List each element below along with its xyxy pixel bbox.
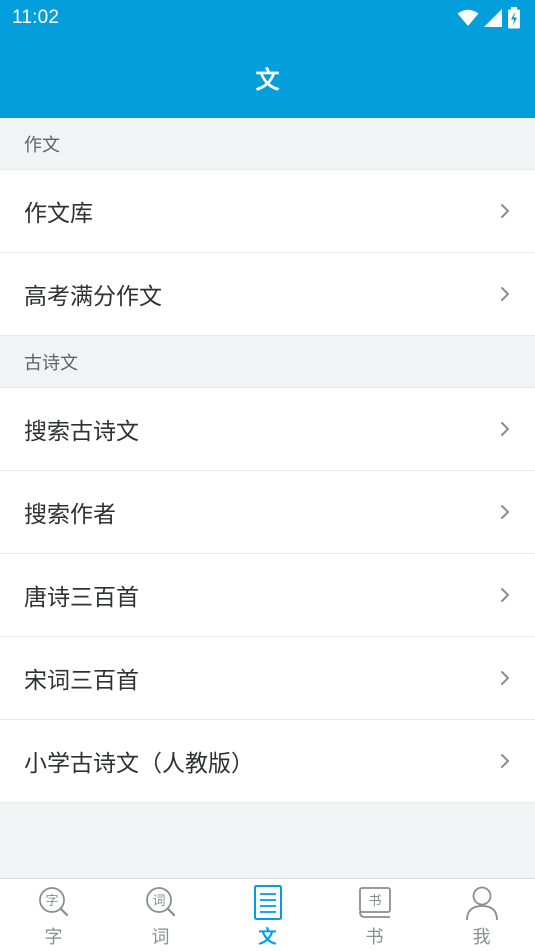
status-bar: 11:02 bbox=[0, 0, 535, 36]
chevron-right-icon bbox=[501, 287, 509, 301]
chevron-right-icon bbox=[501, 588, 509, 602]
person-icon bbox=[465, 886, 498, 921]
list-item-label: 搜索作者 bbox=[24, 502, 116, 528]
chevron-right-icon bbox=[501, 204, 509, 218]
list-item-primary-poems[interactable]: 小学古诗文（人教版） bbox=[0, 720, 535, 803]
chevron-right-icon bbox=[501, 671, 509, 685]
section-header-zuowen: 作文 bbox=[0, 118, 535, 170]
tab-wen[interactable]: 文 bbox=[214, 879, 321, 951]
svg-text:词: 词 bbox=[152, 894, 165, 909]
zi-icon: 字 bbox=[38, 887, 68, 917]
list-item-search-author[interactable]: 搜索作者 bbox=[0, 471, 535, 554]
svg-text:字: 字 bbox=[45, 894, 58, 909]
ci-icon: 词 bbox=[145, 887, 175, 917]
list-item-label: 宋词三百首 bbox=[24, 668, 139, 694]
list-item-gaokao[interactable]: 高考满分作文 bbox=[0, 253, 535, 336]
signal-icon bbox=[484, 9, 502, 27]
tab-label: 字 bbox=[44, 927, 63, 948]
status-time: 11:02 bbox=[12, 7, 60, 28]
battery-icon bbox=[508, 7, 520, 29]
list-item-zuowenku[interactable]: 作文库 bbox=[0, 170, 535, 253]
chevron-right-icon bbox=[501, 505, 509, 519]
chevron-right-icon bbox=[501, 422, 509, 436]
status-icons bbox=[457, 7, 521, 29]
tab-zi[interactable]: 字 字 bbox=[0, 879, 107, 951]
bottom-tab-bar: 字 字 词 词 文 书 书 我 bbox=[0, 878, 535, 951]
tab-wo[interactable]: 我 bbox=[428, 879, 535, 951]
list-item-song-ci[interactable]: 宋词三百首 bbox=[0, 637, 535, 720]
svg-text:书: 书 bbox=[368, 894, 381, 909]
tab-label: 我 bbox=[472, 927, 491, 948]
app-bar: 文 bbox=[0, 36, 535, 118]
tab-label: 书 bbox=[365, 927, 384, 948]
list-item-label: 作文库 bbox=[24, 201, 93, 227]
tab-shu[interactable]: 书 书 bbox=[321, 879, 428, 951]
list-item-label: 搜索古诗文 bbox=[24, 419, 139, 445]
book-icon: 书 bbox=[358, 887, 391, 918]
section-header-gushiwen: 古诗文 bbox=[0, 336, 535, 388]
menu-list: 作文 作文库 高考满分作文 古诗文 搜索古诗文 搜索作者 唐诗三百首 宋词三百首… bbox=[0, 118, 535, 803]
tab-ci[interactable]: 词 词 bbox=[107, 879, 214, 951]
list-item-label: 小学古诗文（人教版） bbox=[24, 751, 254, 777]
document-icon bbox=[253, 885, 282, 920]
tab-label: 词 bbox=[151, 927, 170, 948]
list-item-label: 高考满分作文 bbox=[24, 284, 162, 310]
tab-label: 文 bbox=[258, 927, 277, 948]
wifi-icon bbox=[457, 9, 479, 26]
page-title: 文 bbox=[255, 65, 280, 94]
chevron-right-icon bbox=[501, 754, 509, 768]
list-item-search-poems[interactable]: 搜索古诗文 bbox=[0, 388, 535, 471]
list-item-label: 唐诗三百首 bbox=[24, 585, 139, 611]
list-item-tang-poems[interactable]: 唐诗三百首 bbox=[0, 554, 535, 637]
